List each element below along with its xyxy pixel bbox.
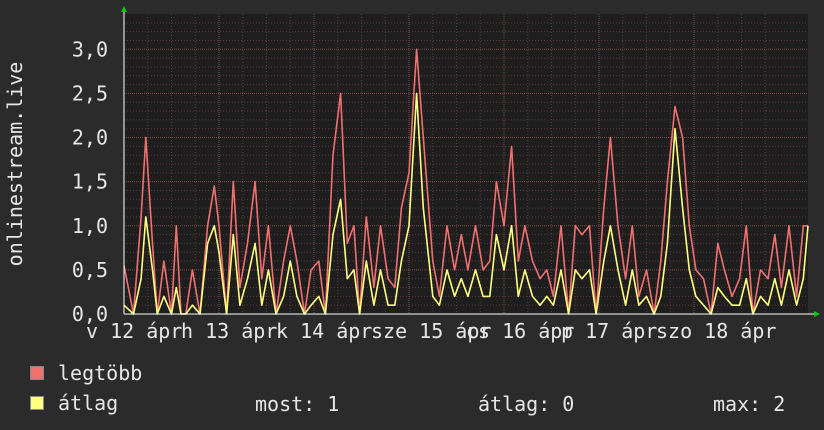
legend-label-max: legtöbb	[58, 361, 143, 385]
y-tick-label: 1,0	[72, 214, 108, 238]
x-tick-label: p 17 ápr	[561, 319, 657, 343]
legend-label-average: átlag	[58, 391, 119, 415]
y-tick-label: 2,0	[72, 126, 108, 150]
legend-swatch-average	[30, 396, 44, 410]
y-tick-label: 2,5	[72, 81, 108, 105]
y-tick-label: 3,0	[72, 37, 108, 61]
y-tick-label: 0,5	[72, 258, 108, 282]
y-axis-arrow	[121, 6, 127, 12]
x-tick-label: h 13 ápr	[181, 319, 277, 343]
legend-item-average: átlag	[30, 391, 119, 415]
x-tick-label: k 14 ápr	[276, 319, 372, 343]
x-tick-label: szo 18 ápr	[656, 319, 776, 343]
chart-root: v 12 ápr h 13 ápr k 14 ápr sze 15 ápr cs 16 …	[0, 0, 824, 430]
y-tick-label: 0,0	[72, 302, 108, 326]
legend-swatch-max	[30, 366, 44, 380]
y-axis-label: onlinestream.live	[3, 62, 27, 267]
y-tick-label: 1,5	[72, 170, 108, 194]
stat-average: átlag: 0	[478, 392, 575, 416]
x-axis-arrow	[814, 311, 820, 317]
stat-max: max: 2	[713, 392, 786, 416]
x-tick-label: cs 16 ápr	[466, 319, 574, 343]
legend-item-max: legtöbb	[30, 361, 143, 385]
stat-current: most: 1	[255, 392, 340, 416]
